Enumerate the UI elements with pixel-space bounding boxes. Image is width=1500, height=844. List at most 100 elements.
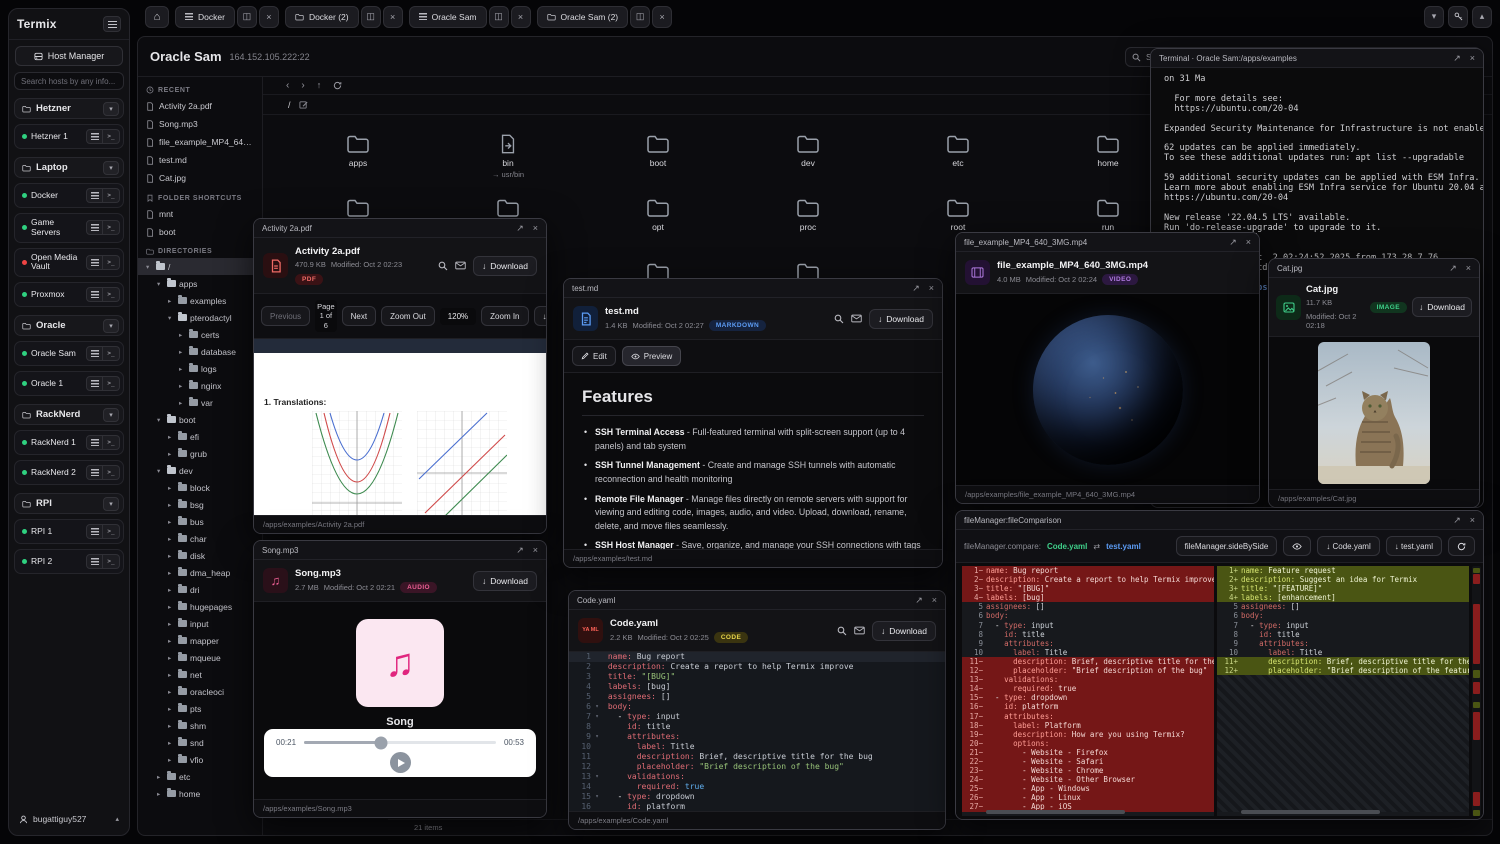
tab-close-button[interactable]: × bbox=[511, 6, 531, 28]
close-icon[interactable]: × bbox=[533, 546, 538, 555]
diff-minimap[interactable] bbox=[1472, 566, 1481, 816]
tree-chevron-icon[interactable]: ▸ bbox=[168, 620, 175, 628]
tab-split-button[interactable]: ◫ bbox=[630, 6, 650, 28]
tree-item[interactable]: ▸ grub bbox=[138, 445, 262, 462]
breadcrumb-path[interactable]: / bbox=[288, 100, 291, 110]
tree-chevron-icon[interactable]: ▸ bbox=[168, 484, 175, 492]
folder-cell[interactable]: etc bbox=[883, 125, 1033, 189]
host-terminal-button[interactable]: >_ bbox=[103, 255, 120, 270]
horizontal-scrollbar[interactable] bbox=[986, 810, 1125, 814]
tree-chevron-icon[interactable]: ▾ bbox=[146, 263, 153, 271]
host-row[interactable]: Oracle Sam >_ bbox=[14, 341, 124, 366]
tree-chevron-icon[interactable]: ▾ bbox=[157, 416, 164, 424]
tree-chevron-icon[interactable]: ▸ bbox=[168, 705, 175, 713]
chevron-down-icon[interactable]: ▾ bbox=[103, 319, 119, 333]
tree-chevron-icon[interactable]: ▸ bbox=[179, 348, 186, 356]
host-connect-button[interactable] bbox=[86, 220, 103, 235]
export-icon[interactable] bbox=[455, 261, 466, 270]
tree-chevron-icon[interactable]: ▸ bbox=[168, 535, 175, 543]
seek-slider[interactable] bbox=[304, 741, 496, 744]
diff-titlebar[interactable]: fileManager:fileComparison ↗ × bbox=[956, 511, 1483, 530]
folder-cell[interactable]: proc bbox=[733, 189, 883, 253]
tab-split-button[interactable]: ◫ bbox=[361, 6, 381, 28]
host-terminal-button[interactable]: >_ bbox=[103, 287, 120, 302]
host-row[interactable]: RackNerd 2 >_ bbox=[14, 460, 124, 485]
tree-item[interactable]: ▾ dev bbox=[138, 462, 262, 479]
close-icon[interactable]: × bbox=[1246, 238, 1251, 247]
export-icon[interactable] bbox=[854, 626, 865, 635]
tree-item[interactable]: ▸ vfio bbox=[138, 751, 262, 768]
folder-cell[interactable]: boot bbox=[583, 125, 733, 189]
host-connect-button[interactable] bbox=[86, 129, 103, 144]
panel-down-button[interactable]: ▾ bbox=[1424, 6, 1444, 28]
shortcut-item[interactable]: boot bbox=[138, 223, 262, 241]
code-editor[interactable]: 1 name: Bug report 2 description: Create… bbox=[569, 652, 945, 811]
tree-item[interactable]: ▸ disk bbox=[138, 547, 262, 564]
tree-chevron-icon[interactable]: ▸ bbox=[179, 365, 186, 373]
tree-chevron-icon[interactable]: ▸ bbox=[157, 790, 164, 798]
host-row[interactable]: Hetzner 1 >_ bbox=[14, 124, 124, 149]
tree-item[interactable]: ▸ nginx bbox=[138, 377, 262, 394]
recent-file-item[interactable]: Song.mp3 bbox=[138, 115, 262, 133]
edit-button[interactable]: Edit bbox=[572, 346, 616, 366]
video-viewport[interactable] bbox=[956, 294, 1259, 485]
host-terminal-button[interactable]: >_ bbox=[103, 465, 120, 480]
chevron-down-icon[interactable]: ▾ bbox=[103, 102, 119, 116]
sidebar-menu-button[interactable] bbox=[103, 16, 121, 32]
download-button[interactable]: ↓Download bbox=[473, 256, 537, 276]
tree-chevron-icon[interactable]: ▾ bbox=[157, 280, 164, 288]
expand-icon[interactable]: ↗ bbox=[1453, 516, 1461, 525]
expand-icon[interactable]: ↗ bbox=[516, 224, 524, 233]
tree-chevron-icon[interactable]: ▸ bbox=[168, 586, 175, 594]
edit-path-icon[interactable] bbox=[299, 100, 308, 109]
tree-chevron-icon[interactable]: ▸ bbox=[168, 450, 175, 458]
tree-chevron-icon[interactable]: ▸ bbox=[179, 399, 186, 407]
host-connect-button[interactable] bbox=[86, 255, 103, 270]
folder-cell[interactable]: dev bbox=[733, 125, 883, 189]
tree-item[interactable]: ▸ block bbox=[138, 479, 262, 496]
tree-item[interactable]: ▸ snd bbox=[138, 734, 262, 751]
chevron-down-icon[interactable]: ▾ bbox=[103, 497, 119, 511]
shortcut-item[interactable]: mnt bbox=[138, 205, 262, 223]
diff-right-pane[interactable]: 1+name: Feature request 2+description: S… bbox=[1217, 566, 1469, 816]
host-row[interactable]: RPI 2 >_ bbox=[14, 549, 124, 574]
tree-chevron-icon[interactable]: ▸ bbox=[168, 501, 175, 509]
tree-item[interactable]: ▸ logs bbox=[138, 360, 262, 377]
search-icon[interactable] bbox=[834, 314, 844, 324]
host-search-input[interactable]: Search hosts by any info... bbox=[14, 72, 124, 90]
host-terminal-button[interactable]: >_ bbox=[103, 346, 120, 361]
tree-item[interactable]: ▸ var bbox=[138, 394, 262, 411]
swap-icon[interactable]: ⇄ bbox=[1093, 542, 1100, 551]
tree-chevron-icon[interactable]: ▾ bbox=[157, 467, 164, 475]
tree-item[interactable]: ▸ dri bbox=[138, 581, 262, 598]
diff-view-button[interactable] bbox=[1283, 536, 1311, 556]
host-row[interactable]: Open Media Vault >_ bbox=[14, 248, 124, 278]
video-titlebar[interactable]: file_example_MP4_640_3MG.mp4 ↗ × bbox=[956, 233, 1259, 252]
tree-chevron-icon[interactable]: ▸ bbox=[157, 773, 164, 781]
host-connect-button[interactable] bbox=[86, 188, 103, 203]
tree-chevron-icon[interactable]: ▸ bbox=[168, 603, 175, 611]
expand-icon[interactable]: ↗ bbox=[1229, 238, 1237, 247]
host-terminal-button[interactable]: >_ bbox=[103, 220, 120, 235]
md-titlebar[interactable]: test.md ↗ × bbox=[564, 279, 942, 298]
host-row[interactable]: Proxmox >_ bbox=[14, 282, 124, 307]
export-icon[interactable] bbox=[851, 314, 862, 323]
tree-chevron-icon[interactable]: ▸ bbox=[168, 654, 175, 662]
tree-item[interactable]: ▸ net bbox=[138, 666, 262, 683]
tree-item[interactable]: ▾ apps bbox=[138, 275, 262, 292]
host-terminal-button[interactable]: >_ bbox=[103, 554, 120, 569]
host-group-hetzner[interactable]: Hetzner ▾ bbox=[14, 98, 124, 119]
pdf-titlebar[interactable]: Activity 2a.pdf ↗ × bbox=[254, 219, 546, 238]
terminal-titlebar[interactable]: Terminal · Oracle Sam:/apps/examples ↗ × bbox=[1151, 49, 1483, 68]
host-terminal-button[interactable]: >_ bbox=[103, 129, 120, 144]
tree-chevron-icon[interactable]: ▸ bbox=[168, 637, 175, 645]
slider-thumb[interactable] bbox=[374, 736, 387, 749]
close-icon[interactable]: × bbox=[1470, 516, 1475, 525]
host-terminal-button[interactable]: >_ bbox=[103, 376, 120, 391]
tree-chevron-icon[interactable]: ▸ bbox=[168, 739, 175, 747]
zoom-in-button[interactable]: Zoom In bbox=[481, 306, 528, 326]
tree-item[interactable]: ▾ pterodactyl bbox=[138, 309, 262, 326]
tree-item[interactable]: ▾ / bbox=[138, 258, 262, 275]
preview-button[interactable]: Preview bbox=[622, 346, 681, 366]
tree-item[interactable]: ▸ home bbox=[138, 785, 262, 802]
